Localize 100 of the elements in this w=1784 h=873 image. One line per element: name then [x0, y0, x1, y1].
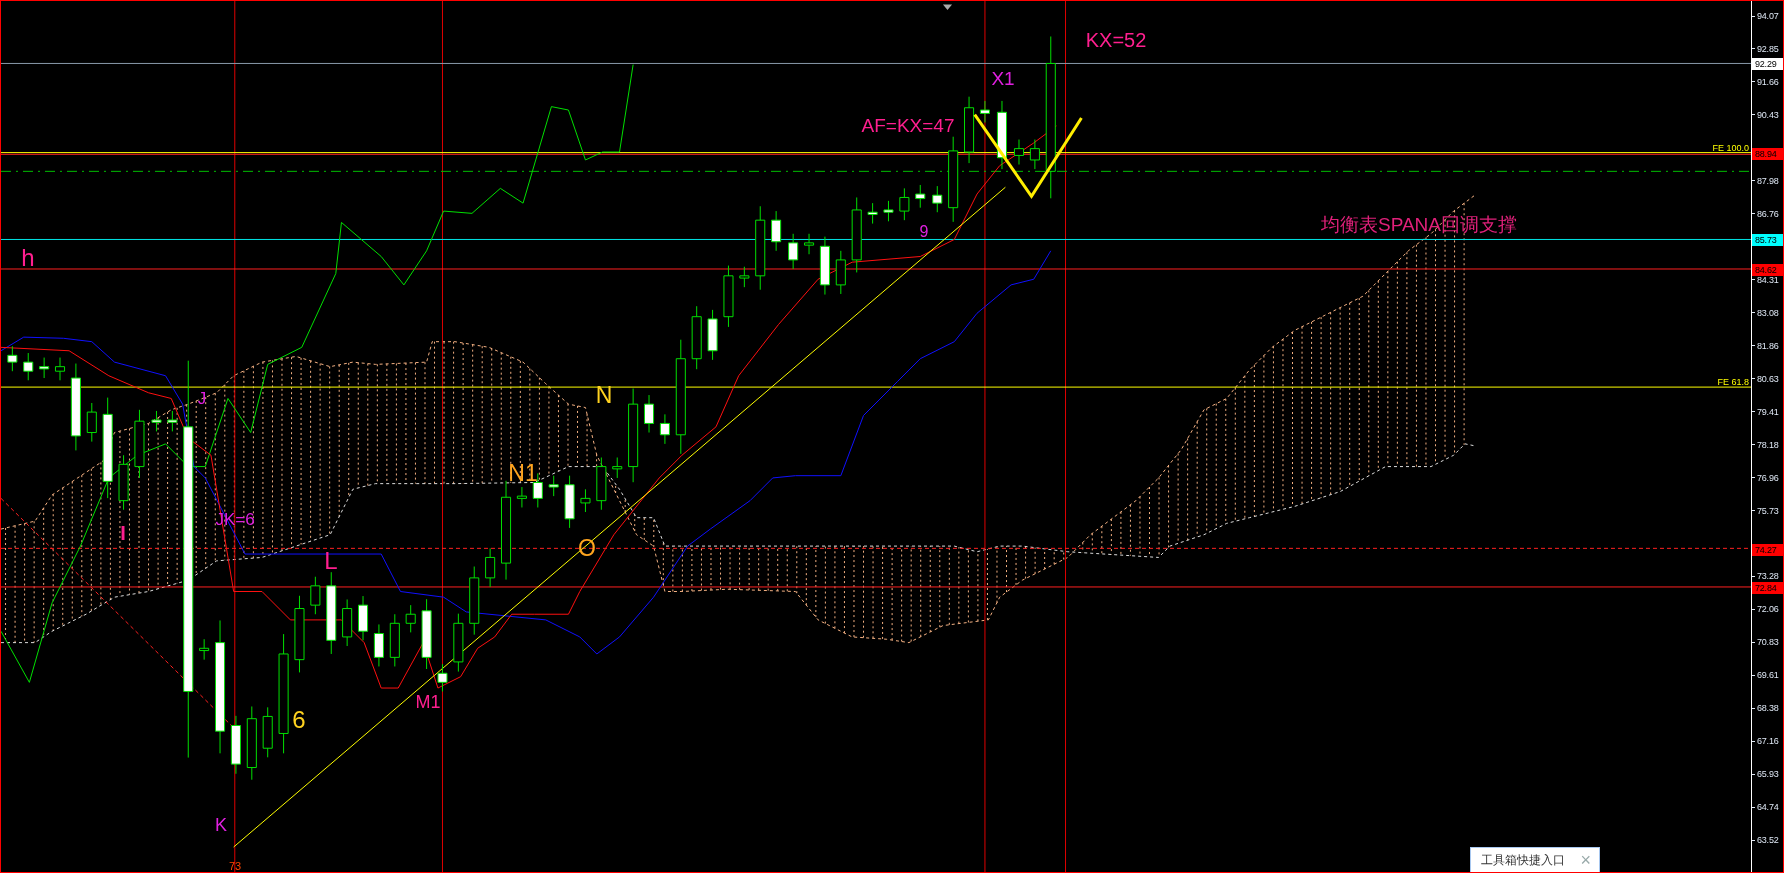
chart-annotation: J	[197, 389, 207, 407]
candlestick	[644, 394, 655, 434]
candlestick	[979, 100, 990, 123]
candlestick	[596, 457, 607, 511]
candlestick	[1013, 139, 1025, 166]
chart-annotation: I	[120, 523, 126, 543]
price-tag: 84.62	[1752, 264, 1783, 276]
price-tick-label: 87.98	[1757, 175, 1779, 186]
price-tick-label: 86.76	[1757, 208, 1779, 219]
candlestick	[771, 210, 782, 252]
tick-mark	[1752, 576, 1755, 577]
price-tick-label: 75.73	[1757, 505, 1779, 516]
candlestick	[899, 187, 910, 221]
candlestick	[118, 454, 129, 511]
candlestick	[883, 200, 894, 222]
tick-mark	[1752, 312, 1755, 314]
candlestick	[342, 598, 353, 647]
tick-mark	[1752, 378, 1755, 380]
tick-mark	[1752, 15, 1755, 17]
candlestick	[564, 475, 575, 529]
candlestick	[932, 185, 943, 213]
price-tick-label: 78.18	[1757, 439, 1779, 450]
candlestick	[548, 475, 559, 497]
candlestick	[199, 638, 210, 661]
candlestick	[788, 233, 799, 270]
candlestick	[167, 410, 178, 432]
chart-annotation: L	[324, 549, 338, 573]
candlestick	[7, 345, 18, 372]
price-tick-label: 70.83	[1757, 637, 1779, 648]
candlestick	[707, 309, 718, 361]
price-tick-label: 79.41	[1757, 406, 1779, 417]
candlestick	[134, 409, 145, 479]
candlestick	[580, 488, 591, 513]
candlestick	[405, 604, 416, 633]
price-tick-label: 80.63	[1757, 373, 1779, 384]
candlestick	[23, 352, 34, 381]
candlestick	[453, 613, 464, 673]
chart-annotation: K	[215, 816, 227, 834]
candlestick	[389, 613, 400, 667]
tick-mark	[1752, 806, 1755, 808]
price-tick-label: 68.38	[1757, 703, 1779, 714]
candlestick	[1029, 139, 1040, 170]
candlestick	[437, 663, 448, 692]
candlestick	[39, 357, 50, 379]
toolbox-shortcut-link[interactable]: 工具箱快捷入口	[1481, 851, 1565, 869]
price-tick-label: 90.43	[1757, 109, 1779, 120]
candlestick	[835, 250, 846, 295]
price-tick-label: 69.61	[1757, 670, 1779, 681]
price-tick-label: 67.16	[1757, 736, 1779, 747]
tick-mark	[1752, 773, 1755, 775]
candlestick	[151, 410, 162, 432]
tick-mark	[1752, 411, 1755, 413]
candlestick	[230, 715, 241, 775]
candlestick	[996, 100, 1007, 170]
candlestick	[915, 184, 926, 209]
candlestick	[516, 486, 527, 508]
fibonacci-level-label: FE 100.0	[1712, 143, 1749, 153]
chart-annotation: N1	[508, 461, 538, 485]
candlestick	[373, 623, 384, 667]
fibonacci-level-label: FE 61.8	[1717, 377, 1749, 387]
chart-annotation: X1	[991, 68, 1015, 88]
candlestick	[310, 576, 321, 615]
price-tick-label: 65.93	[1757, 769, 1779, 780]
chart-annotation: AF=KX=47	[861, 115, 955, 135]
tick-mark	[1752, 279, 1755, 281]
candlestick	[262, 706, 273, 758]
tick-mark	[1752, 213, 1755, 215]
price-tick-label: 63.52	[1757, 835, 1779, 846]
price-tag: 85.73	[1752, 234, 1783, 246]
price-tag: 92.29	[1752, 58, 1783, 70]
chart-annotation: 6	[292, 708, 306, 732]
price-tick-label: 92.85	[1757, 43, 1779, 54]
candlestick	[819, 236, 830, 296]
candlestick	[358, 595, 369, 641]
tick-mark	[1752, 114, 1755, 116]
candlestick	[691, 305, 702, 370]
price-tick-label: 81.86	[1757, 340, 1779, 351]
price-tick-label: 91.66	[1757, 76, 1779, 87]
tick-mark	[1752, 839, 1755, 841]
price-tag: 74.27	[1752, 544, 1783, 556]
candlestick	[54, 357, 66, 381]
tick-mark	[1752, 674, 1755, 676]
candlestick	[867, 202, 878, 225]
price-tick-label: 72.06	[1757, 604, 1779, 615]
chart-annotation: h	[21, 246, 35, 270]
tick-mark	[1752, 180, 1755, 182]
price-tag: 88.94	[1752, 148, 1783, 160]
tick-mark	[1752, 345, 1755, 347]
chart-annotation: KX=52	[1085, 30, 1147, 50]
tick-mark	[1752, 707, 1755, 709]
scroll-marker-icon	[942, 4, 953, 11]
chart-annotation: N	[595, 383, 613, 407]
candlestick	[469, 566, 480, 636]
chart-annotation: M1	[415, 693, 441, 711]
candlestick	[964, 96, 975, 164]
candlestick	[86, 402, 97, 443]
candlestick	[421, 598, 432, 670]
price-tick-label: 94.07	[1757, 11, 1779, 21]
tick-mark	[1752, 48, 1755, 50]
tick-mark	[1752, 608, 1755, 610]
